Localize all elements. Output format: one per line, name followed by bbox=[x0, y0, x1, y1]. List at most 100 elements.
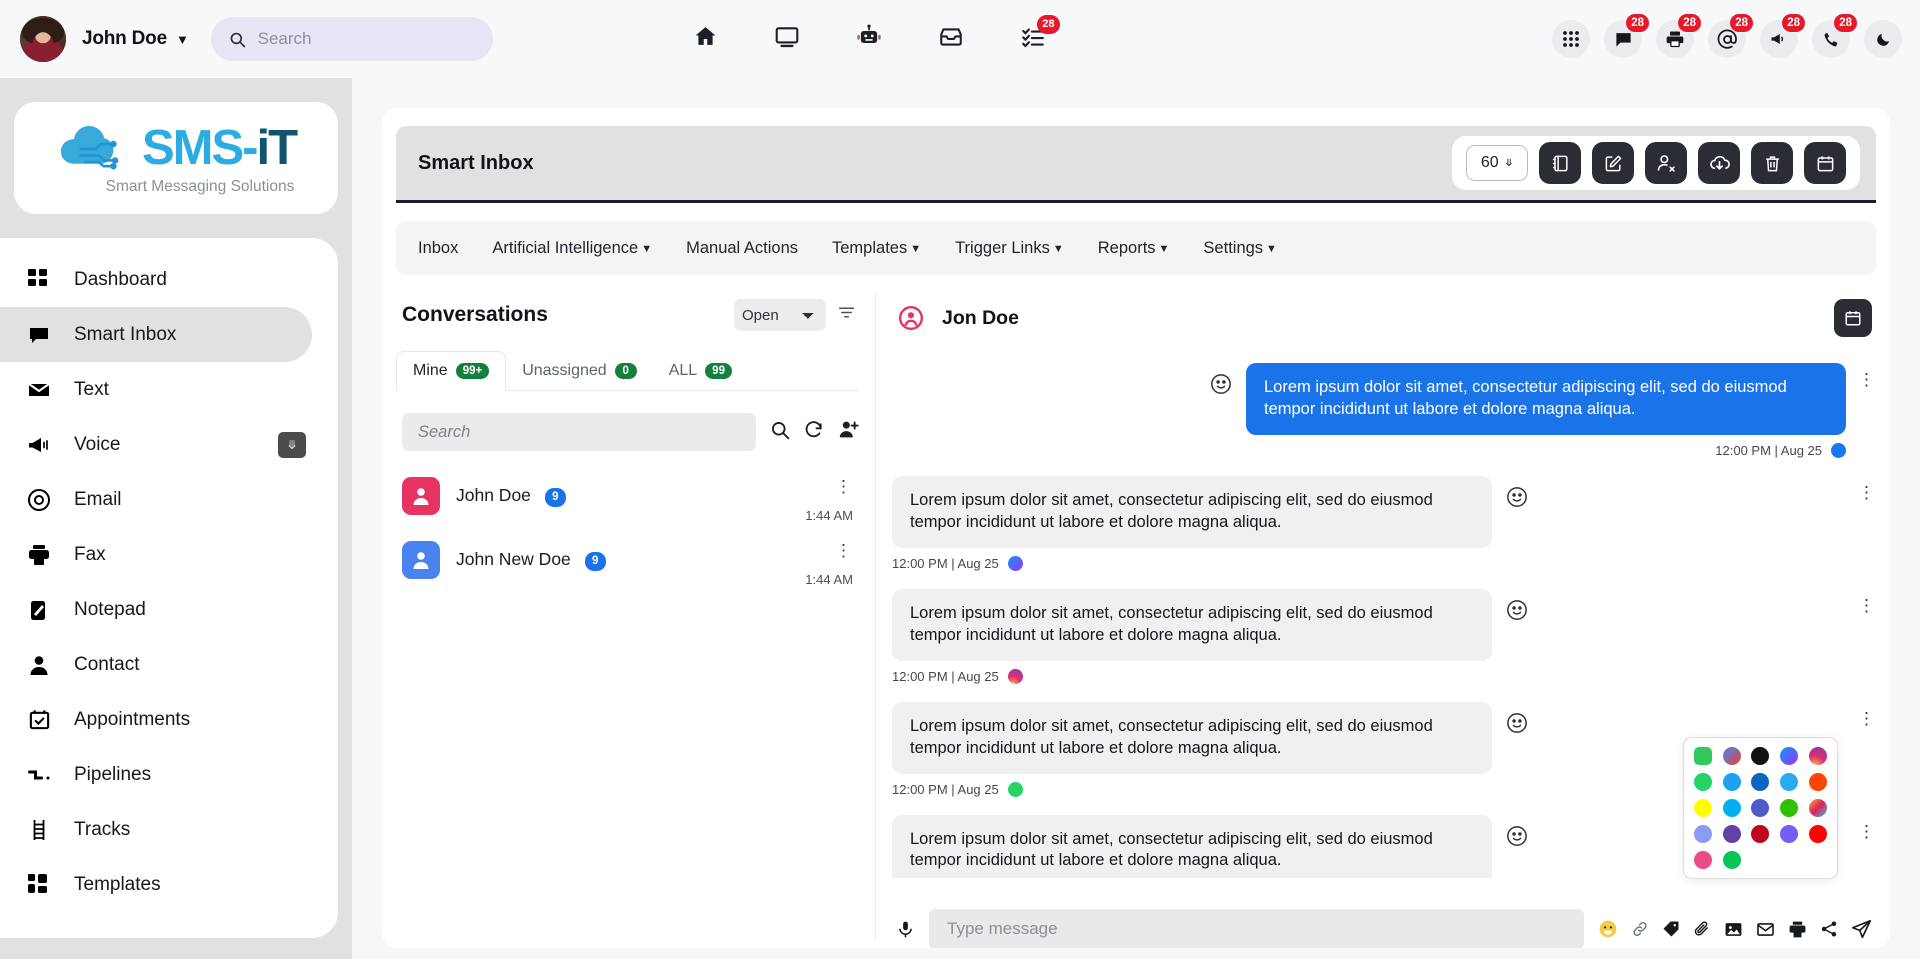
search-input[interactable] bbox=[258, 29, 475, 49]
conversation-status-select[interactable]: Open Closed All bbox=[734, 299, 826, 331]
home-icon[interactable] bbox=[693, 24, 718, 54]
reddit-icon[interactable] bbox=[1809, 773, 1827, 791]
sidebar-item-appointments[interactable]: Appointments bbox=[0, 692, 338, 747]
message-options-icon[interactable]: ⋮ bbox=[1858, 484, 1876, 501]
tab-unassigned[interactable]: Unassigned 0 bbox=[506, 352, 653, 390]
contacts-book-button[interactable] bbox=[1539, 142, 1581, 184]
tab-inbox[interactable]: Inbox bbox=[418, 239, 458, 258]
tab-reports[interactable]: Reports▼ bbox=[1098, 239, 1170, 258]
emoji-icon[interactable] bbox=[1598, 919, 1618, 939]
message-options-icon[interactable]: ⋮ bbox=[1858, 371, 1876, 388]
unassign-contact-button[interactable] bbox=[1645, 142, 1687, 184]
telegram-icon[interactable] bbox=[1780, 773, 1798, 791]
message-input[interactable] bbox=[947, 919, 1566, 939]
chat-calendar-button[interactable] bbox=[1834, 299, 1872, 337]
message-options-icon[interactable]: ⋮ bbox=[1858, 823, 1876, 840]
google-voice-icon[interactable] bbox=[1723, 747, 1741, 765]
channel-picker-popover[interactable] bbox=[1683, 737, 1838, 879]
line-icon[interactable] bbox=[1723, 851, 1741, 869]
robot-icon[interactable] bbox=[856, 24, 882, 55]
emoji-reaction-icon[interactable] bbox=[1506, 486, 1528, 508]
sidebar-item-templates[interactable]: Templates bbox=[0, 857, 338, 912]
add-contact-icon[interactable] bbox=[838, 419, 859, 445]
snapchat-icon[interactable] bbox=[1694, 799, 1712, 817]
sidebar-item-voice[interactable]: Voice ⤋ bbox=[0, 417, 338, 472]
imessage-icon[interactable] bbox=[1694, 747, 1712, 765]
chevron-down-icon[interactable]: ⤋ bbox=[278, 432, 306, 458]
envelope-icon[interactable] bbox=[1756, 920, 1775, 939]
search-icon[interactable] bbox=[770, 420, 790, 445]
slack-icon[interactable] bbox=[1809, 799, 1827, 817]
whatsapp-icon[interactable] bbox=[1694, 773, 1712, 791]
message-options-icon[interactable]: ⋮ bbox=[1858, 597, 1876, 614]
instagram-icon[interactable] bbox=[1809, 747, 1827, 765]
download-button[interactable] bbox=[1698, 142, 1740, 184]
list-item[interactable]: John New Doe 9 ⋮ 1:44 AM bbox=[396, 529, 859, 593]
viber-icon[interactable] bbox=[1780, 825, 1798, 843]
messenger-icon[interactable] bbox=[1780, 747, 1798, 765]
sidebar-item-pipelines[interactable]: Pipelines bbox=[0, 747, 338, 802]
sidebar-item-fax[interactable]: Fax bbox=[0, 527, 338, 582]
compose-button[interactable] bbox=[1592, 142, 1634, 184]
sidebar-item-contact[interactable]: Contact bbox=[0, 637, 338, 692]
monitor-icon[interactable] bbox=[774, 24, 800, 55]
phone-icon[interactable]: 28 bbox=[1812, 20, 1850, 58]
tab-settings[interactable]: Settings▼ bbox=[1203, 239, 1277, 258]
list-item[interactable]: John Doe 9 ⋮ 1:44 AM bbox=[396, 465, 859, 529]
sidebar-item-tracks[interactable]: Tracks bbox=[0, 802, 338, 857]
skype-icon[interactable] bbox=[1723, 799, 1741, 817]
message-options-icon[interactable]: ⋮ bbox=[1858, 710, 1876, 727]
message-input-box[interactable] bbox=[929, 909, 1584, 948]
conversation-search-box[interactable] bbox=[402, 413, 756, 451]
page-size-select[interactable]: 60 ⤋ bbox=[1466, 145, 1528, 181]
avatar[interactable] bbox=[20, 16, 66, 62]
discord-icon[interactable] bbox=[1694, 825, 1712, 843]
microphone-icon[interactable] bbox=[896, 920, 915, 939]
conversation-search-input[interactable] bbox=[418, 423, 740, 442]
twitch-icon[interactable] bbox=[1723, 825, 1741, 843]
refresh-icon[interactable] bbox=[804, 420, 824, 445]
emoji-reaction-icon[interactable] bbox=[1506, 825, 1528, 847]
fax-icon[interactable]: 28 bbox=[1656, 20, 1694, 58]
tag-icon[interactable] bbox=[1662, 920, 1680, 938]
youtube-icon[interactable] bbox=[1809, 825, 1827, 843]
image-icon[interactable] bbox=[1724, 920, 1743, 939]
filter-icon[interactable] bbox=[838, 304, 855, 326]
email-at-icon[interactable]: 28 bbox=[1708, 20, 1746, 58]
conversation-options-icon[interactable]: ⋮ bbox=[805, 477, 853, 497]
sidebar-item-email[interactable]: Email bbox=[0, 472, 338, 527]
emoji-reaction-icon[interactable] bbox=[1506, 712, 1528, 734]
calendar-button[interactable] bbox=[1804, 142, 1846, 184]
printer-icon[interactable] bbox=[1788, 920, 1807, 939]
sidebar-item-notepad[interactable]: Notepad bbox=[0, 582, 338, 637]
share-icon[interactable] bbox=[1820, 920, 1838, 938]
apps-grid-icon[interactable] bbox=[1552, 20, 1590, 58]
paperclip-icon[interactable] bbox=[1693, 920, 1711, 938]
wechat-icon[interactable] bbox=[1780, 799, 1798, 817]
emoji-reaction-icon[interactable] bbox=[1210, 373, 1232, 395]
linkedin-icon[interactable] bbox=[1751, 773, 1769, 791]
twitter-icon[interactable] bbox=[1723, 773, 1741, 791]
chat-bubble-icon[interactable]: 28 bbox=[1604, 20, 1642, 58]
emoji-reaction-icon[interactable] bbox=[1506, 599, 1528, 621]
task-list-icon[interactable]: 28 bbox=[1020, 24, 1046, 55]
dark-mode-moon-icon[interactable] bbox=[1864, 20, 1902, 58]
pinterest-icon[interactable] bbox=[1751, 825, 1769, 843]
tab-templates[interactable]: Templates▼ bbox=[832, 239, 921, 258]
tab-manual-actions[interactable]: Manual Actions bbox=[686, 239, 798, 258]
delete-button[interactable] bbox=[1751, 142, 1793, 184]
dribbble-icon[interactable] bbox=[1694, 851, 1712, 869]
global-search[interactable] bbox=[211, 17, 493, 61]
link-icon[interactable] bbox=[1631, 920, 1649, 938]
microsoft-teams-icon[interactable] bbox=[1751, 799, 1769, 817]
sidebar-item-dashboard[interactable]: Dashboard bbox=[0, 252, 338, 307]
tab-trigger-links[interactable]: Trigger Links▼ bbox=[955, 239, 1064, 258]
sidebar-item-text[interactable]: Text bbox=[0, 362, 338, 417]
chevron-down-icon[interactable]: ▼ bbox=[176, 33, 189, 46]
sidebar-item-smart-inbox[interactable]: Smart Inbox bbox=[0, 307, 312, 362]
tab-artificial-intelligence[interactable]: Artificial Intelligence▼ bbox=[492, 239, 652, 258]
tab-mine[interactable]: Mine 99+ bbox=[396, 351, 506, 391]
tab-all[interactable]: ALL 99 bbox=[653, 352, 748, 390]
conversation-options-icon[interactable]: ⋮ bbox=[805, 541, 853, 561]
send-icon[interactable] bbox=[1851, 919, 1872, 940]
